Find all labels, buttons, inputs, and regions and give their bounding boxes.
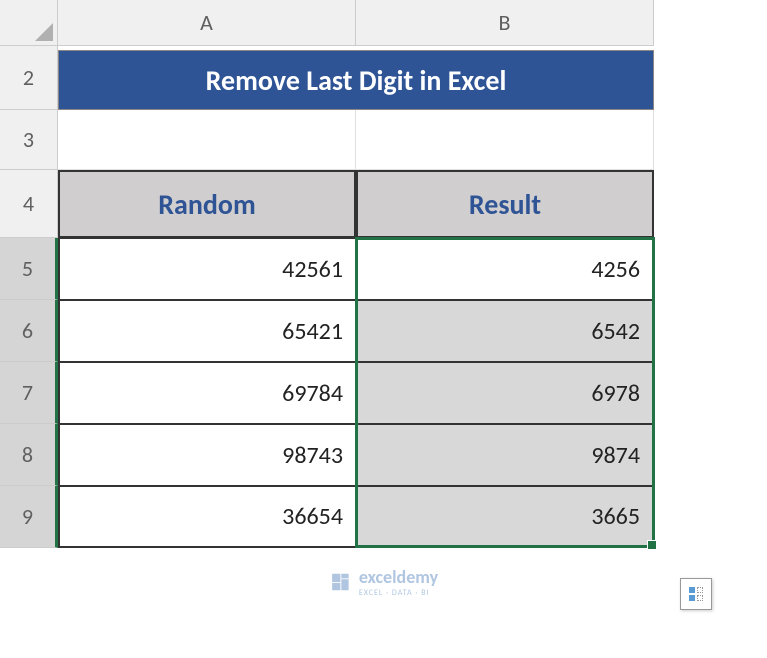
cell-random-1[interactable]: 65421 [58,300,356,362]
cell-result-4[interactable]: 3665 [356,486,654,548]
cell-random-2[interactable]: 69784 [58,362,356,424]
row-header-2[interactable]: 2 [0,46,58,110]
row-header-8[interactable]: 8 [0,424,58,486]
watermark-icon [329,571,351,593]
cell-random-0[interactable]: 42561 [58,238,356,300]
table-header-random[interactable]: Random [58,170,356,238]
cell-c3[interactable] [356,110,654,170]
cell-result-1[interactable]: 6542 [356,300,654,362]
row-header-9[interactable]: 9 [0,486,58,548]
page-title: Remove Last Digit in Excel [58,50,654,110]
watermark-sub: EXCEL · DATA · BI [359,588,438,598]
spreadsheet-grid: A B C 2 Remove Last Digit in Excel 3 4 R… [0,0,767,548]
row-header-5[interactable]: 5 [0,238,58,300]
row-header-3[interactable]: 3 [0,110,58,170]
cell-result-0[interactable]: 4256 [356,238,654,300]
row-header-6[interactable]: 6 [0,300,58,362]
select-all-corner[interactable] [0,0,58,46]
col-header-a[interactable]: A [58,0,356,46]
table-header-result[interactable]: Result [356,170,654,238]
cell-b3[interactable] [58,110,356,170]
row-header-4[interactable]: 4 [0,170,58,238]
watermark: exceldemy EXCEL · DATA · BI [329,566,438,598]
cell-random-3[interactable]: 98743 [58,424,356,486]
row-header-7[interactable]: 7 [0,362,58,424]
watermark-main: exceldemy [359,566,438,588]
autofill-options-button[interactable] [680,578,712,610]
cell-random-4[interactable]: 36654 [58,486,356,548]
col-header-b[interactable]: B [356,0,654,46]
cell-result-2[interactable]: 6978 [356,362,654,424]
cell-result-3[interactable]: 9874 [356,424,654,486]
